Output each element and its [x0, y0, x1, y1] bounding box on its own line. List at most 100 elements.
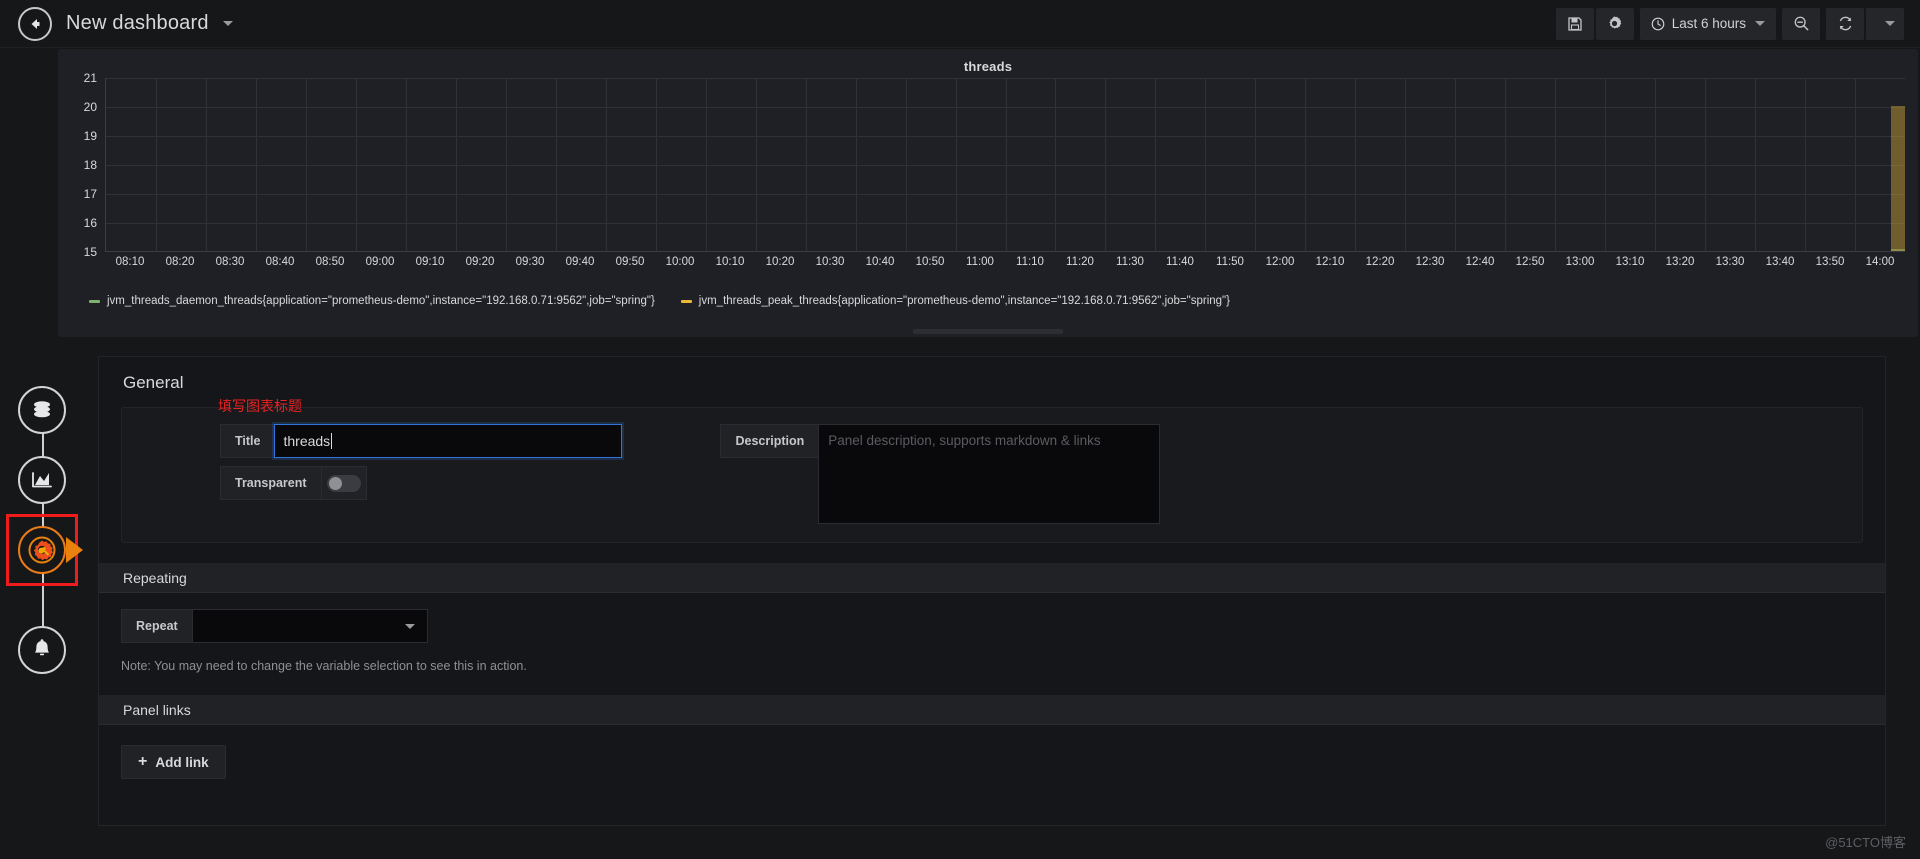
vertical-gridline: [255, 78, 257, 251]
chevron-down-icon: [1755, 21, 1765, 26]
refresh-button[interactable]: [1826, 7, 1864, 40]
save-floppy-icon: [1568, 16, 1582, 31]
vertical-gridline: [555, 78, 557, 251]
x-axis-tick: 08:20: [165, 256, 195, 268]
panel-edit-rail: [0, 380, 92, 700]
x-axis-tick: 10:30: [815, 256, 845, 268]
vertical-gridline: [605, 78, 607, 251]
refresh-icon: [1839, 16, 1851, 31]
dashboard-settings-button[interactable]: [1595, 7, 1634, 40]
x-axis-tick: 12:30: [1415, 256, 1445, 268]
x-axis-tick: 10:10: [715, 256, 745, 268]
x-axis: 08:10 08:20 08:30 08:40 08:50 09:00 09:10 09:20…: [105, 256, 1905, 274]
legend-color-swatch: [680, 299, 692, 303]
x-axis-tick: 12:50: [1515, 256, 1545, 268]
time-range-picker[interactable]: Last 6 hours: [1639, 7, 1776, 40]
vertical-gridline: [1755, 78, 1757, 251]
clock-icon: [1651, 17, 1665, 30]
text-cursor: [331, 433, 333, 449]
zoom-out-magnifier-icon: [1794, 16, 1808, 31]
x-axis-tick: 09:20: [465, 256, 495, 268]
general-options-pane: General 填写图表标题 Title threads Transparent: [98, 356, 1886, 826]
x-axis-tick: 13:30: [1715, 256, 1745, 268]
plot-wrapper: 21 20 19 18 17 16 15 08:10 08:20 08:30 08:40 08:50…: [59, 71, 1917, 274]
general-settings-icon: [28, 536, 56, 564]
back-arrow-icon: [31, 18, 40, 29]
vertical-gridline: [455, 78, 457, 251]
title-input[interactable]: threads: [272, 422, 625, 460]
vertical-gridline: [1105, 78, 1107, 251]
title-annotation: 填写图表标题: [218, 398, 302, 414]
x-axis-tick: 08:30: [215, 256, 245, 268]
toggle-knob: [328, 476, 342, 490]
repeating-body: Repeat Note: You may need to change the …: [99, 593, 1885, 673]
plus-icon: +: [138, 753, 148, 770]
save-dashboard-button[interactable]: [1555, 7, 1594, 40]
panel-links-heading: Panel links: [123, 701, 191, 718]
add-link-button[interactable]: + Add link: [121, 745, 226, 779]
repeating-heading: Repeating: [123, 569, 187, 586]
refresh-interval-button[interactable]: [1866, 7, 1904, 40]
vertical-gridline: [1055, 78, 1057, 251]
sidebar-item-alert[interactable]: [18, 626, 66, 674]
sidebar-item-visualization[interactable]: [18, 456, 66, 504]
dashboard-title[interactable]: New dashboard: [66, 12, 234, 35]
x-axis-tick: 08:10: [115, 256, 145, 268]
dashboard-title-text: New dashboard: [66, 12, 209, 34]
legend-item[interactable]: jvm_threads_daemon_threads{application="…: [89, 295, 655, 307]
x-axis-tick: 09:50: [615, 256, 645, 268]
x-axis-tick: 12:20: [1365, 256, 1395, 268]
y-axis-tick: 21: [83, 71, 97, 85]
vertical-gridline: [905, 78, 907, 251]
vertical-gridline: [1355, 78, 1357, 251]
back-button[interactable]: [18, 6, 52, 41]
time-range-label: Last 6 hours: [1671, 16, 1746, 31]
vertical-gridline: [1305, 78, 1307, 251]
vertical-gridline: [1555, 78, 1557, 251]
title-field: Title threads: [220, 422, 625, 460]
title-label: Title: [220, 424, 275, 458]
vertical-gridline: [655, 78, 657, 251]
x-axis-tick: 10:40: [865, 256, 895, 268]
vertical-gridline: [1805, 78, 1807, 251]
transparent-toggle[interactable]: [320, 466, 367, 500]
description-input[interactable]: [818, 424, 1161, 524]
transparent-field: Transparent: [220, 466, 622, 500]
repeat-label: Repeat: [121, 609, 192, 643]
vertical-gridline: [1655, 78, 1657, 251]
grafana-panel-editor: New dashboard Last 6 hours threads 21 20…: [0, 0, 1920, 859]
vertical-gridline: [205, 78, 207, 251]
general-tab-arrow-icon: [66, 537, 83, 563]
sidebar-item-queries[interactable]: [18, 386, 66, 434]
series-band: [1891, 106, 1905, 251]
zoom-out-button[interactable]: [1782, 7, 1820, 40]
y-axis-tick: 16: [83, 216, 97, 230]
vertical-gridline: [1255, 78, 1257, 251]
legend-item[interactable]: jvm_threads_peak_threads{application="pr…: [680, 295, 1230, 307]
sidebar-item-general[interactable]: [18, 526, 66, 574]
x-axis-tick: 11:10: [1016, 256, 1044, 268]
plot-area[interactable]: [105, 78, 1905, 252]
chevron-down-icon: [1884, 21, 1895, 26]
vertical-gridline: [855, 78, 857, 251]
vertical-gridline: [1405, 78, 1407, 251]
vertical-gridline: [355, 78, 357, 251]
repeat-select[interactable]: [191, 609, 428, 643]
general-heading: General: [123, 373, 184, 392]
general-form-card: 填写图表标题 Title threads Transparent Descrip…: [121, 398, 1863, 543]
vertical-gridline: [705, 78, 707, 251]
panel-resize-handle[interactable]: [913, 329, 1063, 334]
legend-color-swatch: [89, 299, 100, 303]
x-axis-tick: 09:00: [365, 256, 395, 268]
y-axis-tick: 20: [83, 100, 97, 114]
alert-bell-icon: [35, 639, 49, 656]
vertical-gridline: [405, 78, 407, 251]
x-axis-tick: 10:20: [765, 256, 795, 268]
graph-panel: threads 21 20 19 18 17 16 15 08:10 08:20 08:30 08…: [58, 49, 1918, 337]
datasource-icon: [34, 401, 50, 418]
x-axis-tick: 09:40: [565, 256, 595, 268]
vertical-gridline: [1205, 78, 1207, 251]
x-axis-tick: 11:40: [1166, 256, 1194, 268]
x-axis-tick: 13:20: [1665, 256, 1695, 268]
x-axis-tick: 12:00: [1265, 256, 1295, 268]
